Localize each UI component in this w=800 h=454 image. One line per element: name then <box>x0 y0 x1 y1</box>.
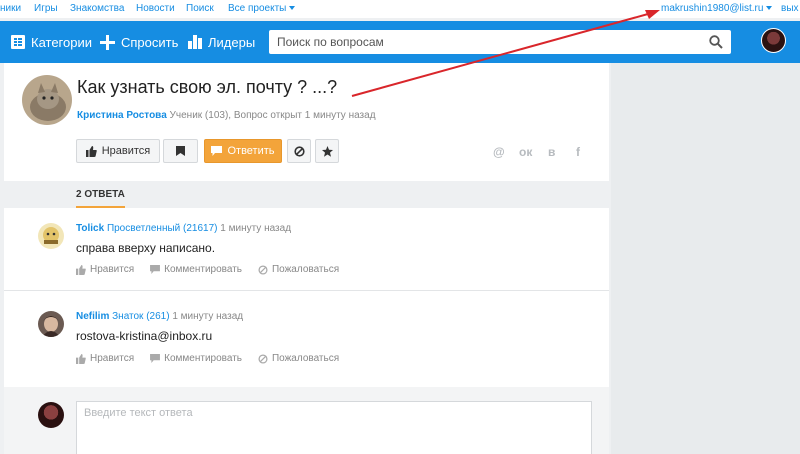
answer-button[interactable]: Ответить <box>204 139 282 163</box>
search-icon[interactable] <box>709 35 723 49</box>
chevron-down-icon <box>766 6 773 11</box>
reply-textarea[interactable]: Введите текст ответа <box>76 401 592 454</box>
answer-report-label: Пожаловаться <box>271 353 340 364</box>
star-icon <box>321 145 333 157</box>
portal-link-1[interactable]: ники <box>0 3 21 14</box>
categories-label: Категории <box>31 34 92 50</box>
question-author-name[interactable]: Кристина Ростова <box>77 110 167 121</box>
reply-section: Введите текст ответа <box>4 387 609 454</box>
right-column <box>611 63 800 454</box>
answer-author-avatar[interactable] <box>38 311 64 337</box>
answer-like-label: Нравится <box>90 353 135 364</box>
answer-meta: Tolick Просветленный (21617) 1 минуту на… <box>76 223 291 234</box>
thumbs-up-icon <box>85 145 97 157</box>
share-facebook-icon[interactable]: f <box>576 145 580 159</box>
leaders-label: Лидеры <box>208 34 256 50</box>
answer-comment-label: Комментировать <box>164 353 242 364</box>
ask-button[interactable]: Спросить <box>100 33 178 51</box>
question-author-avatar[interactable] <box>22 75 72 125</box>
logout-link[interactable]: вых <box>781 3 799 14</box>
answer-text: rostova-kristina@inbox.ru <box>76 329 213 343</box>
chevron-down-icon <box>289 6 296 11</box>
flag-button[interactable] <box>163 139 198 163</box>
answer-author-name[interactable]: Tolick <box>76 223 104 234</box>
answer-author-rank[interactable]: Просветленный (21617) <box>107 223 218 234</box>
answer-meta: Nefilim Знаток (261) 1 минуту назад <box>76 311 243 322</box>
leaders-button[interactable]: Лидеры <box>188 33 255 51</box>
categories-icon <box>11 35 25 49</box>
block-icon <box>258 264 268 275</box>
user-avatar[interactable] <box>761 28 786 53</box>
answer-actions: Нравится Комментировать Пожаловаться <box>76 264 355 275</box>
answer-item: Nefilim Знаток (261) 1 минуту назад rost… <box>4 297 609 377</box>
answer-comment-button[interactable]: Комментировать <box>150 353 242 364</box>
answer-text: справа вверху написано. <box>76 241 216 255</box>
question-card: Как узнать свою эл. почту ? ...? Кристин… <box>4 63 609 454</box>
portal-link-dating[interactable]: Знакомства <box>70 3 124 14</box>
comment-icon <box>150 265 161 274</box>
question-meta: Кристина Ростова Ученик (103), Вопрос от… <box>77 110 376 121</box>
all-projects-label: Все проекты <box>228 3 287 14</box>
plus-icon <box>100 34 115 50</box>
answer-report-label: Пожаловаться <box>271 264 340 275</box>
answer-like-button[interactable]: Нравится <box>76 264 134 275</box>
answer-report-button[interactable]: Пожаловаться <box>258 264 339 275</box>
answer-report-button[interactable]: Пожаловаться <box>258 353 339 364</box>
divider <box>4 290 609 291</box>
reply-placeholder: Введите текст ответа <box>84 407 193 419</box>
share-vk-icon[interactable]: в <box>548 145 555 159</box>
favorite-button[interactable] <box>315 139 339 163</box>
user-email: makrushin1980@list.ru <box>661 3 764 14</box>
answer-author-avatar[interactable] <box>38 223 64 249</box>
tab-answers[interactable]: 2 ОТВЕТА <box>76 189 125 208</box>
main-header: Категории Спросить Лидеры Поиск по вопро… <box>0 21 800 63</box>
thumbs-up-icon <box>76 264 86 275</box>
answer-like-label: Нравится <box>90 264 135 275</box>
flag-icon <box>176 146 185 156</box>
share-ok-icon[interactable]: ок <box>519 145 532 159</box>
block-button[interactable] <box>287 139 311 163</box>
answer-like-button[interactable]: Нравится <box>76 353 134 364</box>
answer-author-name[interactable]: Nefilim <box>76 311 109 322</box>
user-email-menu[interactable]: makrushin1980@list.ru <box>661 3 773 14</box>
search-input[interactable]: Поиск по вопросам <box>269 30 731 54</box>
all-projects-menu[interactable]: Все проекты <box>228 3 296 14</box>
question-title: Как узнать свою эл. почту ? ...? <box>77 77 338 97</box>
like-label: Нравится <box>101 145 151 157</box>
search-placeholder: Поиск по вопросам <box>277 35 384 49</box>
reply-user-avatar <box>38 402 64 428</box>
answer-time: 1 минуту назад <box>172 311 244 322</box>
leaders-chart-icon <box>188 35 202 49</box>
thumbs-up-icon <box>76 353 86 364</box>
answer-time: 1 минуту назад <box>220 223 292 234</box>
ask-label: Спросить <box>121 34 179 50</box>
portal-link-news[interactable]: Новости <box>136 3 175 14</box>
portal-link-search[interactable]: Поиск <box>186 3 214 14</box>
comment-icon <box>211 146 223 156</box>
answers-tab-bar: 2 ОТВЕТА <box>4 181 609 208</box>
like-button[interactable]: Нравится <box>76 139 160 163</box>
answer-item: Tolick Просветленный (21617) 1 минуту на… <box>4 208 609 288</box>
share-mail-icon[interactable]: @ <box>493 145 505 159</box>
block-icon <box>293 145 305 157</box>
block-icon <box>258 353 268 364</box>
portal-link-games[interactable]: Игры <box>34 3 58 14</box>
comment-icon <box>150 354 161 363</box>
answer-label: Ответить <box>227 145 275 157</box>
answer-actions: Нравится Комментировать Пожаловаться <box>76 353 355 364</box>
answer-comment-label: Комментировать <box>164 264 242 275</box>
answer-comment-button[interactable]: Комментировать <box>150 264 242 275</box>
portal-bar: ники Игры Знакомства Новости Поиск Все п… <box>0 0 800 18</box>
question-author-info: Ученик (103), Вопрос открыт 1 минуту наз… <box>169 110 376 121</box>
answer-author-rank[interactable]: Знаток (261) <box>112 311 169 322</box>
categories-button[interactable]: Категории <box>11 33 92 51</box>
